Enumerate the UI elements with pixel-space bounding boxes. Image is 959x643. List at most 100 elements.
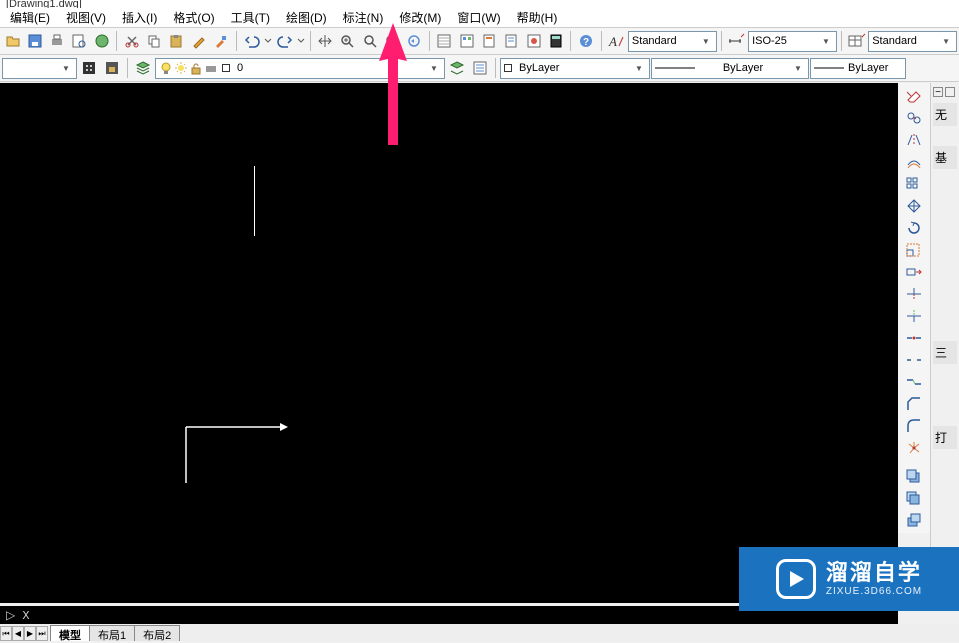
tab-model[interactable]: 模型 — [50, 625, 90, 641]
menu-window[interactable]: 窗口(W) — [449, 7, 508, 28]
paintbrush-icon[interactable] — [210, 30, 231, 52]
undo-dropdown[interactable] — [263, 30, 273, 52]
draworder-back-icon[interactable] — [901, 487, 927, 509]
group-3d-label[interactable]: 三 — [933, 341, 957, 364]
menu-edit[interactable]: 编辑(E) — [2, 7, 58, 28]
group-print-label[interactable]: 打 — [933, 426, 957, 449]
copy-object-icon[interactable] — [901, 107, 927, 129]
scale-icon[interactable] — [901, 239, 927, 261]
trim-icon[interactable] — [901, 283, 927, 305]
zoom-previous-icon[interactable] — [381, 30, 402, 52]
lightbulb-on-icon — [159, 61, 173, 75]
lineweight-combo[interactable]: ByLayer — [810, 58, 906, 79]
help-icon[interactable]: ? — [575, 30, 596, 52]
dim-style-combo[interactable]: ISO-25 ▼ — [748, 31, 837, 52]
copy-icon[interactable] — [144, 30, 165, 52]
save-icon[interactable] — [24, 30, 45, 52]
erase-icon[interactable] — [901, 85, 927, 107]
fillet-icon[interactable] — [901, 415, 927, 437]
match-prop-icon[interactable] — [188, 30, 209, 52]
dim-style-icon[interactable] — [726, 30, 747, 52]
stretch-icon[interactable] — [901, 261, 927, 283]
zoom-realtime-icon[interactable] — [337, 30, 358, 52]
group-basic-label[interactable]: 基 — [933, 146, 957, 169]
rotate-icon[interactable] — [901, 217, 927, 239]
zoom-extents-icon[interactable] — [404, 30, 425, 52]
menu-bar: 编辑(E) 视图(V) 插入(I) 格式(O) 工具(T) 绘图(D) 标注(N… — [0, 8, 959, 28]
dim-style-value: ISO-25 — [752, 35, 815, 47]
color-combo[interactable]: ByLayer ▼ — [500, 58, 650, 79]
toolbar-separator — [310, 31, 311, 51]
layer-manager-icon[interactable] — [132, 57, 154, 79]
layer-states-icon[interactable] — [469, 57, 491, 79]
toolbar-layers: ▼ 0 ▼ ByLayer ▼ ByLayer ▼ ByLayer — [0, 55, 959, 82]
tool-palette-icon[interactable] — [478, 30, 499, 52]
sun-icon — [174, 61, 188, 75]
restore-icon[interactable] — [945, 87, 955, 97]
tab-scroll-prev-icon[interactable]: ◀ — [12, 626, 24, 641]
print-preview-icon[interactable] — [69, 30, 90, 52]
redo-dropdown[interactable] — [296, 30, 306, 52]
toolbar-separator — [116, 31, 117, 51]
zoom-window-icon[interactable] — [359, 30, 380, 52]
print-icon[interactable] — [47, 30, 68, 52]
text-style-combo[interactable]: Standard ▼ — [628, 31, 717, 52]
tab-scroll-next-icon[interactable]: ▶ — [24, 626, 36, 641]
array-icon[interactable] — [901, 173, 927, 195]
menu-modify[interactable]: 修改(M) — [391, 7, 449, 28]
tab-layout1[interactable]: 布局1 — [89, 625, 135, 641]
chevron-down-icon: ▼ — [59, 61, 73, 75]
break-icon[interactable] — [901, 349, 927, 371]
properties-icon[interactable] — [434, 30, 455, 52]
menu-dimension[interactable]: 标注(N) — [335, 7, 392, 28]
publish-icon[interactable] — [91, 30, 112, 52]
lineweight-value: ByLayer — [848, 62, 888, 74]
chamfer-icon[interactable] — [901, 393, 927, 415]
tab-scroll-first-icon[interactable]: ⏮ — [0, 626, 12, 641]
explode-icon[interactable] — [901, 437, 927, 459]
layer-previous-icon[interactable] — [446, 57, 468, 79]
paste-icon[interactable] — [166, 30, 187, 52]
workspace-settings-icon[interactable] — [78, 57, 100, 79]
unlock-icon — [189, 61, 203, 75]
table-style-combo[interactable]: Standard ▼ — [868, 31, 957, 52]
minimize-icon[interactable]: − — [933, 87, 943, 97]
design-center-icon[interactable] — [456, 30, 477, 52]
menu-draw[interactable]: 绘图(D) — [278, 7, 335, 28]
linetype-combo[interactable]: ByLayer ▼ — [651, 58, 809, 79]
extend-icon[interactable] — [901, 305, 927, 327]
toolbar-separator — [841, 31, 842, 51]
pan-icon[interactable] — [315, 30, 336, 52]
markup-icon[interactable] — [523, 30, 544, 52]
watermark-brand: 溜溜自学 — [826, 560, 922, 586]
draworder-front-icon[interactable] — [901, 465, 927, 487]
sheet-set-icon[interactable] — [501, 30, 522, 52]
break-at-point-icon[interactable] — [901, 327, 927, 349]
menu-format[interactable]: 格式(O) — [165, 7, 222, 28]
join-icon[interactable] — [901, 371, 927, 393]
menu-tools[interactable]: 工具(T) — [223, 7, 278, 28]
offset-icon[interactable] — [901, 151, 927, 173]
quickcalc-icon[interactable] — [545, 30, 566, 52]
text-style-icon[interactable]: A — [606, 30, 627, 52]
menu-help[interactable]: 帮助(H) — [509, 7, 566, 28]
tab-scroll-last-icon[interactable]: ⏭ — [36, 626, 48, 641]
open-icon[interactable] — [2, 30, 23, 52]
workspace-combo[interactable]: ▼ — [2, 58, 77, 79]
layer-state-icons — [159, 61, 218, 75]
layer-combo[interactable]: 0 ▼ — [155, 58, 445, 79]
properties-panel: − 无 基 三 打 视 — [930, 83, 959, 603]
redo-icon[interactable] — [274, 30, 296, 52]
menu-insert[interactable]: 插入(I) — [114, 7, 165, 28]
menu-view[interactable]: 视图(V) — [58, 7, 114, 28]
draworder-above-icon[interactable] — [901, 509, 927, 531]
command-prompt: ▷ X — [6, 608, 30, 623]
drawing-area[interactable] — [0, 83, 898, 603]
cut-icon[interactable] — [121, 30, 142, 52]
table-style-icon[interactable] — [846, 30, 867, 52]
mirror-icon[interactable] — [901, 129, 927, 151]
workspace-lock-icon[interactable] — [101, 57, 123, 79]
move-icon[interactable] — [901, 195, 927, 217]
tab-layout2[interactable]: 布局2 — [134, 625, 180, 641]
undo-icon[interactable] — [241, 30, 263, 52]
